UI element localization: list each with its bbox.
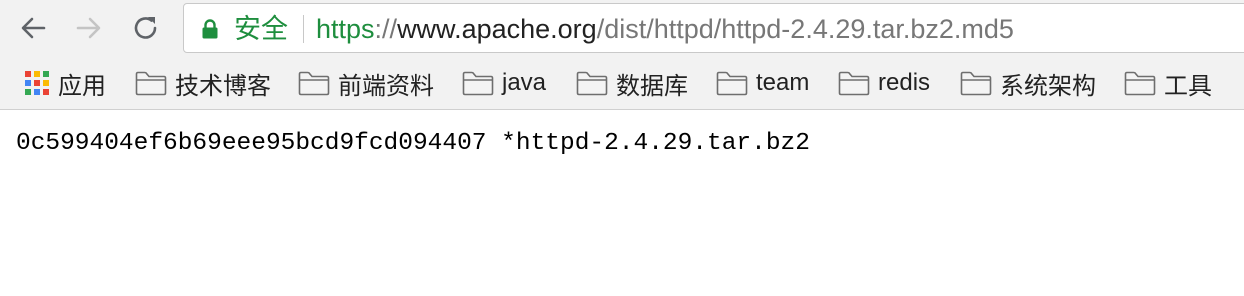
secure-label: 安全 [234, 14, 288, 44]
folder-icon [960, 71, 992, 96]
bookmark-folder[interactable]: 工具 [1124, 67, 1212, 100]
bookmark-folder[interactable]: team [716, 67, 809, 99]
lock-icon [202, 19, 218, 39]
bookmark-label: 工具 [1164, 72, 1212, 100]
address-bar[interactable]: 安全 https://www.apache.org/dist/httpd/htt… [183, 3, 1244, 53]
bookmark-label: 系统架构 [1000, 72, 1096, 100]
forward-button[interactable] [70, 9, 108, 47]
arrow-right-icon [76, 17, 101, 39]
bookmark-folder[interactable]: 数据库 [576, 67, 688, 100]
bookmark-folder[interactable]: 系统架构 [960, 67, 1096, 100]
url-text[interactable]: https://www.apache.org/dist/httpd/httpd-… [316, 13, 1014, 45]
url-host: www.apache.org [397, 14, 597, 44]
arrow-left-icon [21, 17, 46, 39]
reload-icon [134, 17, 157, 39]
bookmark-label: redis [878, 69, 931, 96]
bookmark-label: 应用 [58, 72, 106, 100]
folder-icon [576, 71, 608, 96]
bookmark-folder[interactable]: redis [838, 67, 930, 99]
bookmark-label: java [502, 69, 547, 96]
folder-icon [135, 71, 167, 96]
reload-button[interactable] [127, 9, 165, 47]
bookmark-label: 前端资料 [338, 72, 434, 100]
folder-icon [1124, 71, 1156, 96]
bookmark-apps[interactable]: 应用 [24, 67, 106, 100]
url-separator: :// [374, 14, 398, 44]
bookmark-label: 数据库 [616, 72, 688, 100]
folder-icon [298, 71, 330, 96]
folder-icon [462, 71, 494, 96]
folder-icon [716, 71, 748, 96]
bookmark-folder[interactable]: 技术博客 [135, 67, 271, 100]
bookmarks-bar: 应用 技术博客 前端资料 java 数据库 team redis 系统架构 工具 [0, 58, 1244, 110]
back-button[interactable] [14, 9, 52, 47]
bookmark-folder[interactable]: java [462, 67, 546, 99]
apps-grid-icon [24, 70, 50, 96]
omnibox-divider [303, 15, 304, 43]
url-path: /dist/httpd/httpd-2.4.29.tar.bz2.md5 [596, 14, 1014, 44]
folder-icon [838, 71, 870, 96]
bookmark-label: 技术博客 [175, 72, 271, 100]
bookmark-label: team [756, 69, 810, 96]
browser-toolbar: 安全 https://www.apache.org/dist/httpd/htt… [0, 0, 1244, 58]
url-scheme: https [316, 14, 375, 44]
bookmark-folder[interactable]: 前端资料 [298, 67, 434, 100]
page-text: 0c599404ef6b69eee95bcd9fcd094407 *httpd-… [16, 130, 810, 157]
